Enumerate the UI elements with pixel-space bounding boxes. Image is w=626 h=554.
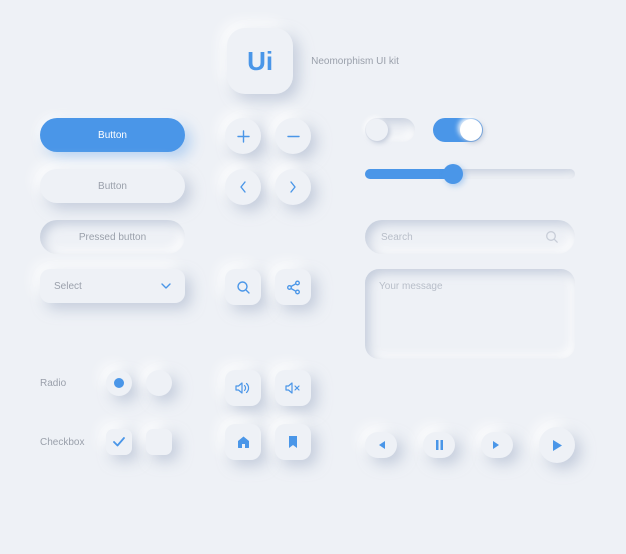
bookmark-icon	[288, 435, 298, 449]
radio-label: Radio	[40, 378, 92, 389]
home-icon	[236, 435, 251, 449]
message-textarea[interactable]: Your message	[365, 269, 575, 359]
radio-option-2[interactable]	[146, 370, 172, 396]
secondary-button[interactable]: Button	[40, 169, 185, 203]
logo-text: Ui	[247, 46, 273, 77]
slider-thumb[interactable]	[443, 164, 463, 184]
kit-title: Neomorphism UI kit	[311, 56, 399, 67]
primary-button-label: Button	[98, 130, 127, 141]
plus-button[interactable]	[225, 118, 261, 154]
play-icon	[552, 439, 563, 452]
chevron-down-icon	[161, 283, 171, 290]
header: Ui Neomorphism UI kit	[40, 28, 586, 94]
select-label: Select	[54, 281, 82, 292]
skip-forward-button[interactable]	[481, 432, 513, 458]
checkbox-label: Checkbox	[40, 437, 92, 448]
skip-back-icon	[375, 440, 387, 450]
bookmark-button[interactable]	[275, 424, 311, 460]
share-button[interactable]	[275, 269, 311, 305]
minus-button[interactable]	[275, 118, 311, 154]
search-icon	[545, 230, 559, 244]
next-button[interactable]	[275, 169, 311, 205]
prev-button[interactable]	[225, 169, 261, 205]
mute-button[interactable]	[275, 370, 311, 406]
primary-button[interactable]: Button	[40, 118, 185, 152]
toggle-knob	[460, 119, 482, 141]
search-input[interactable]: Search	[365, 220, 575, 254]
toggle-knob	[366, 119, 388, 141]
pause-icon	[435, 440, 444, 450]
checkbox-option-2[interactable]	[146, 429, 172, 455]
pressed-button-label: Pressed button	[79, 232, 146, 243]
minus-icon	[287, 130, 300, 143]
share-icon	[286, 280, 301, 295]
message-placeholder: Your message	[379, 281, 443, 292]
slider-fill	[365, 169, 453, 179]
plus-icon	[237, 130, 250, 143]
skip-back-button[interactable]	[365, 432, 397, 458]
checkbox-option-1[interactable]	[106, 429, 132, 455]
slider-track[interactable]	[365, 169, 575, 179]
skip-forward-icon	[491, 440, 503, 450]
mute-icon	[285, 381, 301, 395]
toggle-on[interactable]	[433, 118, 483, 142]
radio-dot-checked	[114, 378, 124, 388]
secondary-button-label: Button	[98, 181, 127, 192]
search-placeholder: Search	[381, 232, 413, 243]
toggle-off[interactable]	[365, 118, 415, 142]
logo-badge: Ui	[227, 28, 293, 94]
home-button[interactable]	[225, 424, 261, 460]
search-button[interactable]	[225, 269, 261, 305]
volume-icon	[235, 381, 251, 395]
select-dropdown[interactable]: Select	[40, 269, 185, 303]
radio-option-1[interactable]	[106, 370, 132, 396]
check-icon	[113, 437, 125, 447]
chevron-right-icon	[289, 181, 297, 193]
chevron-left-icon	[239, 181, 247, 193]
volume-button[interactable]	[225, 370, 261, 406]
search-icon	[236, 280, 251, 295]
pause-button[interactable]	[423, 432, 455, 458]
pressed-button[interactable]: Pressed button	[40, 220, 185, 254]
play-button[interactable]	[539, 427, 575, 463]
